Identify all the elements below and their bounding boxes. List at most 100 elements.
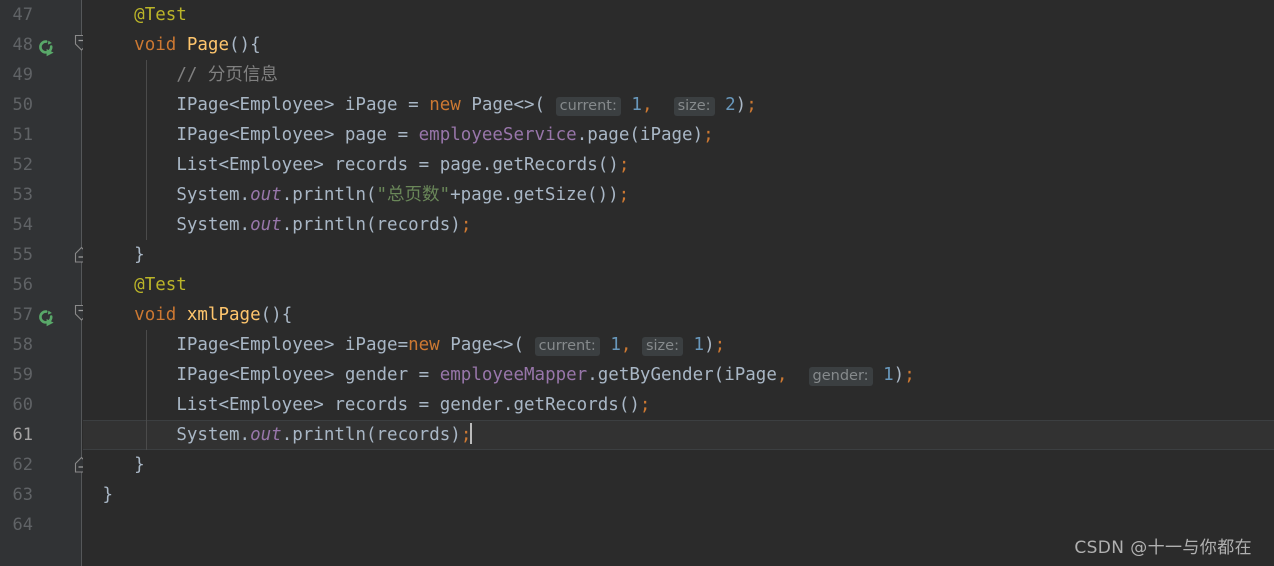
token-default: IPage<Employee> page = xyxy=(176,125,419,145)
indent-guide xyxy=(146,60,147,240)
code-content-area[interactable]: @Test void Page(){// 分页信息 IPage<Employee> … xyxy=(83,0,1274,566)
token-default: .println(records) xyxy=(281,425,461,445)
code-line[interactable]: @Test xyxy=(83,270,1274,300)
token-num: 1 xyxy=(610,335,621,355)
code-line-text: // 分页信息 xyxy=(176,60,278,90)
line-number: 55 xyxy=(12,245,33,265)
gutter-row[interactable]: 53 xyxy=(0,180,82,210)
token-kw: new xyxy=(429,95,461,115)
code-line[interactable]: } xyxy=(83,450,1274,480)
gutter-row[interactable]: 58 xyxy=(0,330,82,360)
token-default: List<Employee> records = page.getRecords… xyxy=(176,155,619,175)
parameter-hint: current: xyxy=(555,97,621,116)
token-semi: ; xyxy=(746,95,757,115)
gutter-row[interactable]: 61 xyxy=(0,420,82,450)
code-line[interactable]: } xyxy=(83,480,1274,510)
gutter-row[interactable]: 56 xyxy=(0,270,82,300)
token-default: (){ xyxy=(260,305,293,325)
line-number: 63 xyxy=(12,485,33,505)
code-line[interactable]: IPage<Employee> gender = employeeMapper.… xyxy=(83,360,1274,390)
code-line[interactable]: List<Employee> records = page.getRecords… xyxy=(83,150,1274,180)
code-line[interactable]: System.out.println(records); xyxy=(83,210,1274,240)
code-line[interactable]: IPage<Employee> iPage=new Page<>( curren… xyxy=(83,330,1274,360)
token-anno: @Test xyxy=(134,275,187,295)
token-num: 2 xyxy=(725,95,736,115)
gutter-row[interactable]: 50 xyxy=(0,90,82,120)
parameter-hint: gender: xyxy=(808,367,873,386)
code-line[interactable]: void Page(){ xyxy=(83,30,1274,60)
token-default xyxy=(600,335,611,355)
code-line-current[interactable]: System.out.println(records); xyxy=(83,420,1274,450)
line-number: 48 xyxy=(12,35,33,55)
gutter-row[interactable]: 63 xyxy=(0,480,82,510)
token-default xyxy=(787,365,808,385)
run-test-icon[interactable] xyxy=(38,307,55,327)
gutter-row[interactable]: 57 xyxy=(0,300,89,330)
gutter-row[interactable]: 49 xyxy=(0,60,82,90)
token-semi: , xyxy=(641,95,653,115)
token-default: } xyxy=(134,455,145,475)
code-line[interactable]: IPage<Employee> iPage = new Page<>( curr… xyxy=(83,90,1274,120)
code-line[interactable]: IPage<Employee> page = employeeService.p… xyxy=(83,120,1274,150)
parameter-hint: current: xyxy=(534,337,600,356)
token-default: .println(records) xyxy=(281,215,461,235)
token-kw: void xyxy=(134,305,177,325)
token-semi: , xyxy=(620,335,632,355)
code-line-text: IPage<Employee> iPage = new Page<>( curr… xyxy=(176,90,757,121)
token-default xyxy=(873,365,884,385)
code-line-text: System.out.println(records); xyxy=(176,420,473,450)
code-line-text: void xmlPage(){ xyxy=(134,300,292,330)
gutter-row[interactable]: 64 xyxy=(0,510,82,540)
token-default: Page<>( xyxy=(460,95,546,115)
code-line[interactable]: System.out.println("总页数"+page.getSize())… xyxy=(83,180,1274,210)
code-line-text: List<Employee> records = page.getRecords… xyxy=(176,150,629,180)
token-default: +page.getSize()) xyxy=(450,185,619,205)
code-line-text: System.out.println(records); xyxy=(176,210,471,240)
code-line[interactable]: List<Employee> records = gender.getRecor… xyxy=(83,390,1274,420)
code-line-text: System.out.println("总页数"+page.getSize())… xyxy=(176,180,629,210)
line-number: 61 xyxy=(12,425,33,445)
token-default: IPage<Employee> iPage= xyxy=(176,335,409,355)
gutter-row[interactable]: 51 xyxy=(0,120,82,150)
gutter-row[interactable]: 52 xyxy=(0,150,82,180)
code-line-text: void Page(){ xyxy=(134,30,260,60)
indent-guide xyxy=(146,330,147,450)
gutter-row[interactable]: 60 xyxy=(0,390,82,420)
code-line[interactable]: // 分页信息 xyxy=(83,60,1274,90)
code-line[interactable]: @Test xyxy=(83,0,1274,30)
line-number: 52 xyxy=(12,155,33,175)
line-number: 59 xyxy=(12,365,33,385)
token-semi: ; xyxy=(639,395,651,415)
code-line-text: @Test xyxy=(134,270,187,300)
token-default: ) xyxy=(735,95,747,115)
token-default: } xyxy=(102,485,114,505)
gutter-row[interactable]: 62 xyxy=(0,450,89,480)
line-number: 51 xyxy=(12,125,33,145)
gutter-row[interactable]: 59 xyxy=(0,360,82,390)
code-editor[interactable]: 47 48 49 50 51 52 53 54 55 56 57 58 59 60 61 62 63 64… xyxy=(0,0,1274,566)
code-line-text: @Test xyxy=(134,0,187,30)
token-default xyxy=(545,95,556,115)
line-number: 53 xyxy=(12,185,33,205)
run-test-icon[interactable] xyxy=(38,37,55,57)
token-default xyxy=(524,335,535,355)
code-line[interactable]: } xyxy=(83,240,1274,270)
code-line-text: IPage<Employee> gender = employeeMapper.… xyxy=(176,360,915,391)
line-number-column[interactable]: 47 48 49 50 51 52 53 54 55 56 57 58 59 60 61 62 63 64 xyxy=(0,0,89,540)
gutter-row[interactable]: 48 xyxy=(0,30,89,60)
gutter-row[interactable]: 47 xyxy=(0,0,82,30)
code-line[interactable]: void xmlPage(){ xyxy=(83,300,1274,330)
code-line-text: } xyxy=(103,480,114,510)
token-default: System. xyxy=(176,215,251,235)
token-default: .getByGender(iPage xyxy=(587,365,777,385)
text-caret xyxy=(470,423,473,444)
code-line-text: } xyxy=(134,450,145,480)
token-semi: ; xyxy=(904,365,915,385)
gutter-row[interactable]: 54 xyxy=(0,210,82,240)
token-default: System. xyxy=(176,425,251,445)
line-number: 49 xyxy=(12,65,33,85)
csdn-watermark: CSDN @十一与你都在 xyxy=(1074,538,1252,558)
gutter-row[interactable]: 55 xyxy=(0,240,89,270)
token-semi: ; xyxy=(460,215,472,235)
line-number: 60 xyxy=(12,395,33,415)
